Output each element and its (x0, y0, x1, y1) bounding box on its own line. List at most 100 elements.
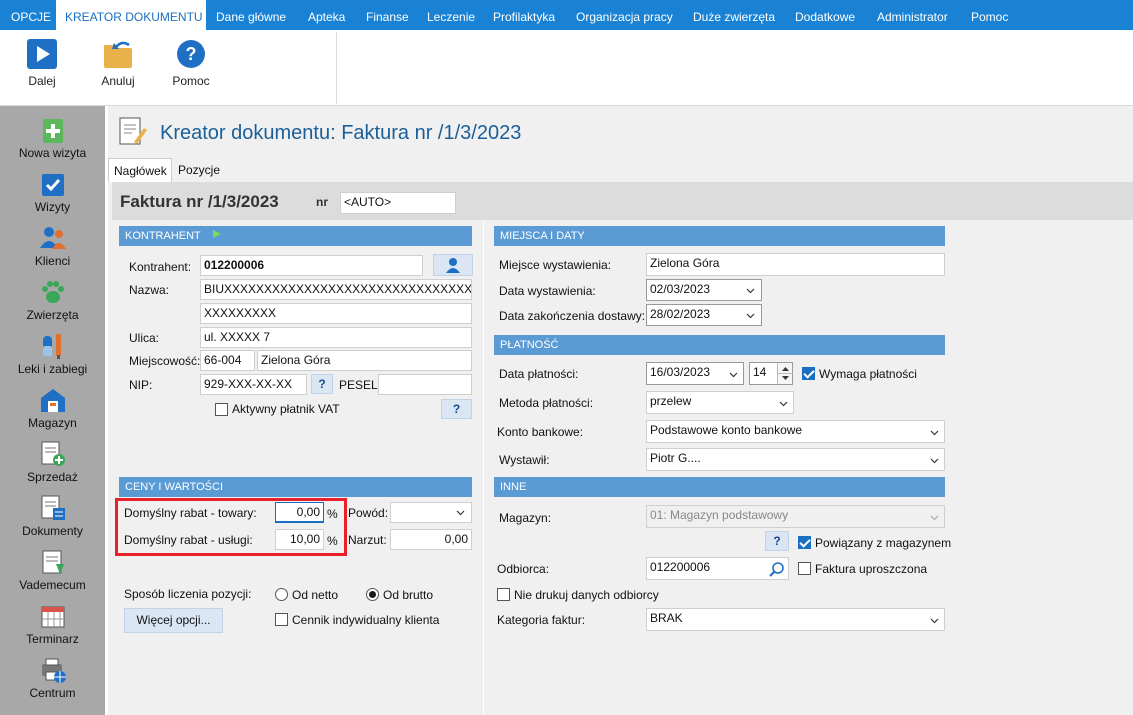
magazyn-label: Magazyn: (499, 511, 552, 525)
stepper-arrows[interactable] (777, 363, 793, 384)
metoda-platnosci-select[interactable]: przelew (646, 391, 794, 414)
kontrahent-input[interactable]: 012200006 (200, 255, 423, 276)
help-button[interactable]: ? Pomoc (161, 38, 221, 88)
document-title: Faktura nr /1/3/2023 (120, 192, 279, 211)
nazwa-input-2[interactable]: XXXXXXXXX (200, 303, 472, 324)
miejsce-input[interactable]: Zielona Góra (646, 253, 945, 276)
miejsce-label: Miejsce wystawienia: (499, 258, 612, 272)
nip-input[interactable]: 929-XXX-XX-XX (200, 374, 307, 395)
nr-input[interactable]: <AUTO> (340, 192, 456, 214)
sidebar-item-zwierzeta[interactable]: Zwierzęta (0, 278, 105, 322)
data-dostawy-picker[interactable]: 28/02/2023 (646, 304, 762, 326)
odbiorca-input[interactable]: 012200006 (646, 557, 789, 580)
sidebar-item-centrum[interactable]: Centrum (0, 656, 105, 700)
select-kontrahent-button[interactable] (433, 254, 473, 276)
vat-help-button[interactable]: ? (441, 399, 472, 419)
kategoria-faktur-select[interactable]: BRAK (646, 608, 945, 631)
sidebar: Nowa wizyta Wizyty Klienci Zwierzęta Lek… (0, 106, 105, 715)
search-icon[interactable] (769, 561, 785, 580)
wystawil-select[interactable]: Piotr G.... (646, 448, 945, 471)
menu-leczenie[interactable]: Leczenie (427, 0, 475, 30)
clipboard-plus-icon (39, 116, 67, 144)
narzut-input[interactable]: 0,00 (390, 529, 472, 550)
od-netto-radio[interactable] (275, 588, 288, 601)
miasto-input[interactable]: Zielona Góra (257, 350, 472, 371)
sidebar-item-leki-i-zabiegi[interactable]: Leki i zabiegi (0, 332, 105, 376)
konto-bankowe-select[interactable]: Podstawowe konto bankowe (646, 420, 945, 443)
chevron-down-icon (930, 513, 939, 522)
calendar-check-icon (39, 170, 67, 198)
nie-drukuj-odbiorcy-label: Nie drukuj danych odbiorcy (514, 588, 659, 602)
kod-pocztowy-input[interactable]: 66-004 (200, 350, 255, 371)
kategoria-faktur-label: Kategoria faktur: (497, 613, 586, 627)
menu-administrator[interactable]: Administrator (877, 0, 948, 30)
ribbon-divider (336, 32, 337, 104)
powiazany-magazyn-label: Powiązany z magazynem (815, 536, 952, 550)
menu-apteka[interactable]: Apteka (308, 0, 345, 30)
menu-organizacja-pracy[interactable]: Organizacja pracy (576, 0, 673, 30)
svg-text:?: ? (186, 44, 197, 64)
sidebar-item-dokumenty[interactable]: Dokumenty (0, 494, 105, 538)
wymaga-platnosci-label: Wymaga płatności (819, 367, 917, 381)
people-icon (39, 224, 67, 252)
menu-duze-zwierzeta[interactable]: Duże zwierzęta (693, 0, 775, 30)
wymaga-platnosci-checkbox[interactable] (802, 367, 815, 380)
paw-icon (39, 278, 67, 306)
tab-pozycje[interactable]: Pozycje (173, 158, 225, 182)
person-icon (446, 258, 460, 273)
data-dostawy-label: Data zakończenia dostawy: (499, 309, 646, 323)
data-wystawienia-picker[interactable]: 02/03/2023 (646, 279, 762, 301)
ulica-input[interactable]: ul. XXXXX 7 (200, 327, 472, 348)
warehouse-icon (39, 386, 67, 414)
pesel-input[interactable] (378, 374, 472, 395)
chevron-down-icon (930, 616, 939, 625)
sposob-liczenia-label: Sposób liczenia pozycji: (124, 587, 252, 601)
menu-dodatkowe[interactable]: Dodatkowe (795, 0, 855, 30)
calendar-icon (39, 602, 67, 630)
menu-opcje[interactable]: OPCJE (11, 0, 51, 30)
kontrahent-label: Kontrahent: (129, 260, 192, 274)
menu-finanse[interactable]: Finanse (366, 0, 409, 30)
powod-label: Powód: (348, 506, 389, 520)
magazyn-select[interactable]: 01: Magazyn podstawowy (646, 505, 945, 528)
nip-help-button[interactable]: ? (311, 374, 333, 394)
top-menu-bar: OPCJE KREATOR DOKUMENTU Dane główne Apte… (0, 0, 1133, 30)
highlight-box (115, 498, 347, 556)
aktywny-vat-label: Aktywny płatnik VAT (232, 402, 340, 416)
document-add-icon (39, 440, 67, 468)
sidebar-item-nowa-wizyta[interactable]: Nowa wizyta (0, 116, 105, 160)
powiazany-magazyn-checkbox[interactable] (798, 536, 811, 549)
sidebar-item-vademecum[interactable]: Vademecum (0, 548, 105, 592)
column-divider (483, 220, 484, 715)
nazwa-label: Nazwa: (129, 283, 170, 297)
ulica-label: Ulica: (129, 331, 160, 345)
wiecej-opcji-button[interactable]: Więcej opcji... (124, 608, 223, 633)
sidebar-item-wizyty[interactable]: Wizyty (0, 170, 105, 214)
section-inne: INNE (494, 477, 945, 497)
menu-profilaktyka[interactable]: Profilaktyka (493, 0, 555, 30)
help-icon: ? (175, 38, 207, 70)
powod-select[interactable] (390, 502, 472, 523)
faktura-uproszczona-checkbox[interactable] (798, 562, 811, 575)
aktywny-vat-checkbox[interactable] (215, 403, 228, 416)
nazwa-input-1[interactable]: BIUXXXXXXXXXXXXXXXXXXXXXXXXXXXXXXXXXXXXX… (200, 279, 472, 300)
documents-icon (39, 494, 67, 522)
od-brutto-radio[interactable] (366, 588, 379, 601)
magazyn-help-button[interactable]: ? (765, 531, 789, 551)
play-small-icon[interactable] (212, 226, 222, 246)
cennik-indywidualny-checkbox[interactable] (275, 613, 288, 626)
menu-dane-glowne[interactable]: Dane główne (216, 0, 286, 30)
menu-pomoc[interactable]: Pomoc (971, 0, 1008, 30)
sidebar-item-klienci[interactable]: Klienci (0, 224, 105, 268)
next-button[interactable]: Dalej (12, 38, 72, 88)
sidebar-item-terminarz[interactable]: Terminarz (0, 602, 105, 646)
sidebar-item-magazyn[interactable]: Magazyn (0, 386, 105, 430)
odbiorca-label: Odbiorca: (497, 562, 550, 576)
tab-naglowek[interactable]: Nagłówek (108, 158, 172, 182)
cancel-button[interactable]: Anuluj (88, 38, 148, 88)
nie-drukuj-odbiorcy-checkbox[interactable] (497, 588, 510, 601)
sidebar-item-sprzedaz[interactable]: Sprzedaż (0, 440, 105, 484)
konto-bankowe-label: Konto bankowe: (497, 425, 584, 439)
section-miejsca-i-daty: MIEJSCA I DATY (494, 226, 945, 246)
menu-kreator-dokumentu[interactable]: KREATOR DOKUMENTU (56, 0, 206, 30)
